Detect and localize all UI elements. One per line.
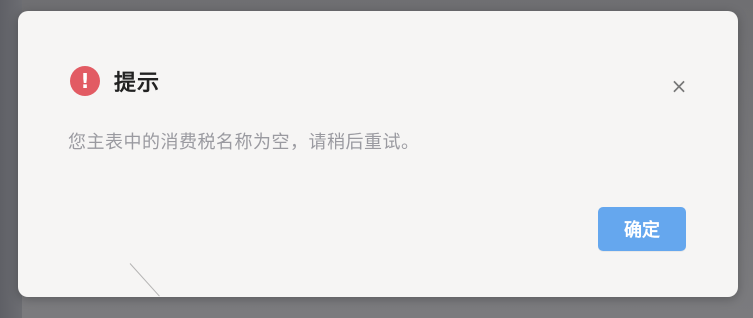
confirm-button[interactable]: 确定 [598,207,686,251]
close-icon: × [670,74,688,98]
dialog-header: ! 提示 [70,65,160,97]
close-button[interactable]: × [670,74,688,98]
dialog-message: 您主表中的消费税名称为空，请稍后重试。 [68,132,420,153]
alert-dialog: ! 提示 × 您主表中的消费税名称为空，请稍后重试。 确定 [18,11,738,297]
exclamation-circle-icon: ! [70,66,100,96]
screen-artifact [129,263,160,297]
warning-glyph: ! [80,69,90,93]
dialog-title: 提示 [114,71,161,96]
